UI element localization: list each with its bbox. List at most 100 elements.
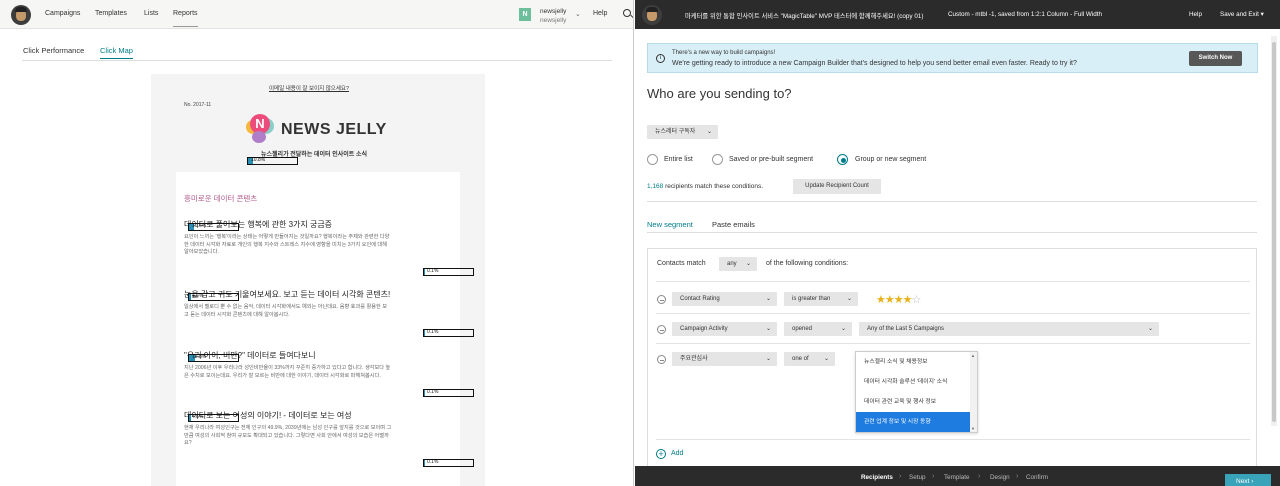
click-percentage-overlay[interactable]: 10.8% [247,157,298,165]
list-select[interactable]: 뉴스레터 구독자 ⌄ [647,125,718,139]
chevron-down-icon: ⌄ [745,261,751,267]
remove-condition-icon[interactable] [657,325,666,334]
search-icon[interactable] [623,9,631,17]
notice-text: We're getting ready to introduce a new C… [672,60,1077,67]
tab-click-map[interactable]: Click Map [100,46,133,59]
match-prefix: Contacts match [657,260,706,267]
step-setup[interactable]: Setup [909,474,925,481]
click-percentage-overlay[interactable]: 0.1% [423,329,474,337]
nav-reports[interactable]: Reports [173,10,198,27]
click-percentage-overlay[interactable]: 4.6% [188,414,239,422]
mailchimp-logo-icon[interactable] [11,5,31,25]
row-divider [656,313,1250,314]
click-percentage-overlay[interactable]: 0.1% [423,389,474,397]
step-design[interactable]: Design [990,474,1010,481]
nav-campaigns[interactable]: Campaigns [45,10,80,17]
star-filled-icon[interactable]: ★ [894,294,904,306]
chevron-right-icon: › [1251,478,1254,485]
radio-saved-segment[interactable] [712,154,723,165]
recipient-count-text: 1,168 recipients match these conditions. [647,183,763,190]
add-condition-icon[interactable]: + [656,449,666,459]
condition-operator-select[interactable]: is greater than ⌄ [784,292,858,306]
condition-field-value: Campaign Activity [680,326,728,332]
click-percentage-overlay[interactable]: 0.1% [423,268,474,276]
brand-name: NEWS JELLY [281,121,387,138]
campaign-title[interactable]: 마케터를 위한 통합 인사이트 서비스 "MagicTable" MVP 테스터… [685,11,923,20]
step-recipients[interactable]: Recipients [861,474,893,481]
scrollbar-thumb[interactable] [1272,42,1276,422]
nav-templates[interactable]: Templates [95,10,127,17]
condition-operator-value: one of [792,356,809,362]
update-recipient-count-button[interactable]: Update Recipient Count [793,179,881,194]
interest-option[interactable]: 데이터 관련 교육 및 행사 정보 [856,392,971,412]
chevron-down-icon[interactable]: ⌄ [575,10,581,18]
mailchimp-logo-icon[interactable] [642,5,662,25]
condition-operator-select[interactable]: one of ⌄ [784,352,835,366]
tab-paste-emails[interactable]: Paste emails [712,220,755,229]
body-line: 요? [184,440,192,446]
nav-lists[interactable]: Lists [144,10,158,17]
recipient-text: recipients match these conditions. [665,183,764,190]
click-percentage-overlay[interactable]: 4.6% [188,293,239,301]
section-title: 흥미로운 데이터 콘텐츠 [184,194,258,203]
radio-group-segment[interactable] [837,154,848,165]
account-menu[interactable]: newsjelly newsjelly [540,7,566,25]
page-title: Who are you sending to? [647,86,792,101]
star-filled-icon[interactable]: ★ [876,294,886,306]
click-percentage-overlay[interactable]: 10.6% [188,223,239,231]
radio-label[interactable]: Entire list [664,156,693,163]
interest-option[interactable]: 데이터 시각화 솔루션 '데이지' 소식 [856,372,971,392]
row-divider [656,281,1250,282]
star-filled-icon[interactable]: ★ [885,294,895,306]
row-divider [656,343,1250,344]
condition-operator-select[interactable]: opened ⌄ [784,322,852,336]
scroll-down-icon[interactable]: ▼ [971,426,975,431]
chevron-right-icon: › [899,473,902,480]
radio-label[interactable]: Saved or pre-built segment [729,156,813,163]
tab-click-performance[interactable]: Click Performance [23,46,84,55]
save-and-exit-button[interactable]: Save and Exit ▾ [1220,11,1264,18]
radio-label[interactable]: Group or new segment [855,156,926,163]
remove-condition-icon[interactable] [657,295,666,304]
condition-operator-value: is greater than [792,296,831,302]
next-label: Next [1236,478,1250,485]
campaign-builder-pane: 마케터를 위한 통합 인사이트 서비스 "MagicTable" MVP 테스터… [635,0,1280,486]
interest-multiselect[interactable]: 뉴스젤리 소식 및 채용정보 데이터 시각화 솔루션 '데이지' 소식 데이터 … [855,351,978,433]
article-body: 지난 2006년 이후 우리나라 성인비만율이 33%까지 꾸준히 증가하고 있… [184,365,454,380]
step-template[interactable]: Template [944,474,970,481]
star-empty-icon[interactable]: ☆ [912,294,922,306]
interest-option[interactable]: 뉴스젤리 소식 및 채용정보 [856,352,971,372]
condition-field-select[interactable]: Contact Rating ⌄ [672,292,777,306]
help-link[interactable]: Help [1189,11,1202,18]
add-condition-link[interactable]: Add [671,450,683,457]
star-filled-icon[interactable]: ★ [903,294,913,306]
click-percentage-label: 0.1% [427,268,439,274]
body-line: 알아보았습니다. [184,249,219,255]
switch-now-button[interactable]: Switch Now [1189,51,1242,66]
page-scrollbar[interactable] [1271,36,1277,426]
info-icon: i [656,54,665,63]
condition-field-select[interactable]: Campaign Activity ⌄ [672,322,777,336]
click-percentage-label: 10.8% [251,157,266,163]
click-percentage-overlay[interactable]: 0.1% [423,459,474,467]
body-line: 한 데이터 시각화 자료로 개인의 행복 지수와 스트레스 지수에 영향을 미치… [184,241,387,248]
step-confirm[interactable]: Confirm [1026,474,1048,481]
interest-option-selected[interactable]: 관련 업계 정보 및 시장 동향 [856,412,971,432]
article-body: 현재 우리나라 여성인구는 전체 인구의 49.9%, 2039년에는 남성 인… [184,425,454,448]
remove-condition-icon[interactable] [657,355,666,364]
help-link[interactable]: Help [593,10,607,17]
star-rating-input[interactable]: ★★★★☆ [876,293,922,306]
next-button[interactable]: Next › [1225,474,1271,486]
match-select[interactable]: any ⌄ [719,257,757,271]
radio-entire-list[interactable] [647,154,658,165]
scroll-up-icon[interactable]: ▲ [971,353,975,358]
report-pane: Campaigns Templates Lists Reports N news… [0,0,634,486]
condition-value-select[interactable]: Any of the Last 5 Campaigns ⌄ [859,322,1159,336]
click-percentage-overlay[interactable]: 12.8% [188,354,239,362]
listbox-scrollbar[interactable]: ▲ ▼ [970,352,977,432]
click-percentage-label: 4.6% [192,293,204,299]
chevron-right-icon: › [978,473,981,480]
avatar[interactable]: N [519,8,531,21]
condition-field-select[interactable]: 주요관심사 ⌄ [672,352,777,366]
view-online-link[interactable]: 이메일 내용이 잘 보이지 않으세요? [269,84,349,92]
